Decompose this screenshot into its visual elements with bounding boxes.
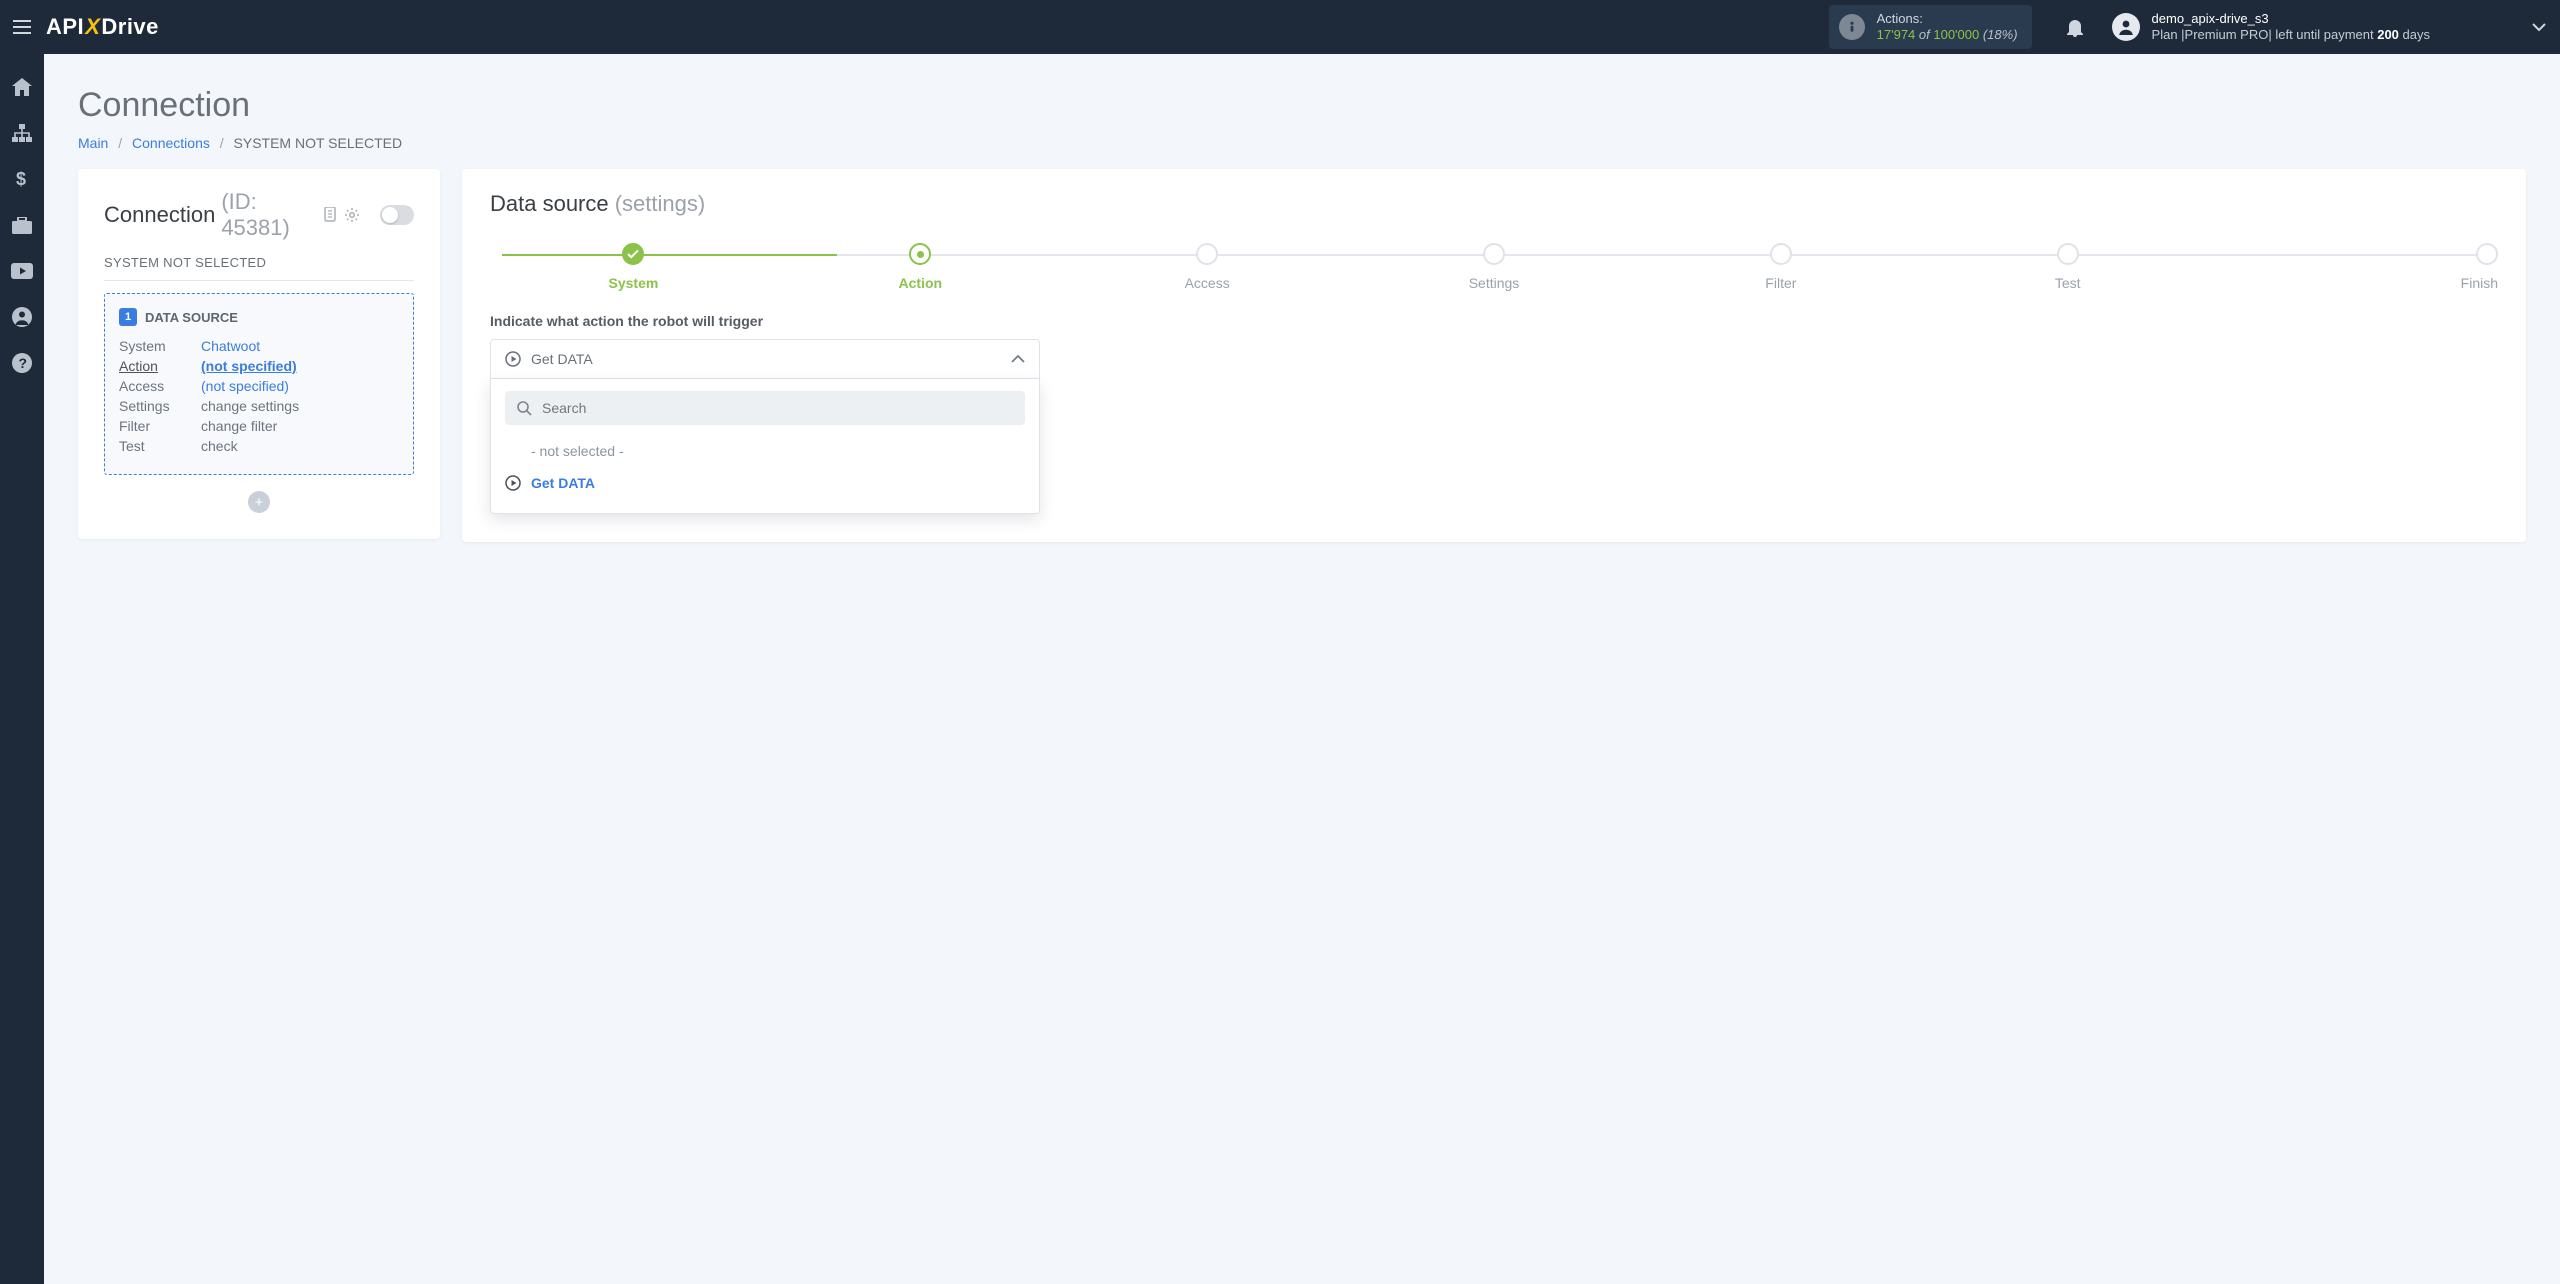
nav-video[interactable] (0, 252, 44, 290)
play-icon (505, 475, 521, 491)
data-source-header: 1 DATA SOURCE (119, 308, 399, 326)
action-dropdown: Get DATA - not selected - Get DATA (490, 339, 1040, 514)
page-title: Connection (78, 86, 2526, 125)
ds-action-value[interactable]: (not specified) (201, 358, 297, 374)
crumb-main[interactable]: Main (78, 135, 108, 151)
connection-card: Connection (ID: 45381) SYSTEM NOT SELECT… (78, 169, 440, 539)
ds-test-value[interactable]: check (201, 438, 238, 454)
gear-icon[interactable] (344, 206, 360, 224)
crumb-connections[interactable]: Connections (132, 135, 210, 151)
copy-icon[interactable] (322, 206, 338, 224)
nav-billing[interactable]: $ (0, 160, 44, 198)
ds-system-value[interactable]: Chatwoot (201, 338, 260, 354)
brand-text-api: API (46, 14, 84, 40)
action-dropdown-value: Get DATA (531, 351, 1001, 367)
actions-counter[interactable]: Actions: 17'974 of 100'000 (18%) (1829, 5, 2032, 50)
option-get-data[interactable]: Get DATA (505, 467, 1025, 499)
avatar-icon (2112, 13, 2140, 41)
ds-access-value[interactable]: (not specified) (201, 378, 289, 394)
step-action[interactable]: Action (777, 243, 1064, 291)
nav-briefcase[interactable] (0, 206, 44, 244)
wizard-steps: System Action Access Settings Filter (490, 243, 2498, 291)
option-not-selected[interactable]: - not selected - (505, 435, 1025, 467)
svg-text:$: $ (16, 169, 26, 189)
action-instruction: Indicate what action the robot will trig… (490, 313, 2498, 329)
connection-toggle[interactable] (380, 205, 414, 225)
search-icon (517, 401, 532, 416)
data-source-title: DATA SOURCE (145, 310, 238, 325)
action-dropdown-toggle[interactable]: Get DATA (490, 339, 1040, 379)
ds-row-action: Action (not specified) (119, 358, 399, 374)
ds-row-access: Access (not specified) (119, 378, 399, 394)
actions-pct: (18%) (1979, 27, 2017, 42)
step-settings[interactable]: Settings (1351, 243, 1638, 291)
ds-row-settings: Settings change settings (119, 398, 399, 414)
option-get-data-label: Get DATA (531, 475, 595, 491)
add-destination-button[interactable]: + (248, 491, 270, 513)
ds-settings-value[interactable]: change settings (201, 398, 299, 414)
ds-row-test: Test check (119, 438, 399, 454)
connection-subtitle: SYSTEM NOT SELECTED (104, 255, 414, 281)
play-icon (505, 351, 521, 367)
ds-row-filter: Filter change filter (119, 418, 399, 434)
dropdown-search-input[interactable] (540, 399, 1013, 417)
nav-account[interactable] (0, 298, 44, 336)
user-name: demo_apix-drive_s3 (2152, 11, 2430, 27)
chevron-down-icon[interactable] (2532, 22, 2546, 32)
chevron-up-icon (1011, 354, 1025, 364)
brand-text-x: X (85, 14, 100, 40)
brand-text-drive: Drive (101, 14, 159, 40)
brand-logo[interactable]: API X Drive (46, 14, 159, 40)
step-filter[interactable]: Filter (1637, 243, 1924, 291)
data-source-settings-card: Data source (settings) System Action Acc… (462, 169, 2526, 542)
breadcrumb: Main / Connections / SYSTEM NOT SELECTED (78, 135, 2526, 151)
connection-card-title: Connection (ID: 45381) (104, 189, 414, 241)
dropdown-search (505, 391, 1025, 425)
user-plan: Plan |Premium PRO| left until payment 20… (2152, 27, 2430, 43)
data-source-box: 1 DATA SOURCE System Chatwoot Action (no… (104, 293, 414, 475)
crumb-current: SYSTEM NOT SELECTED (234, 135, 403, 151)
user-text: demo_apix-drive_s3 Plan |Premium PRO| le… (2152, 11, 2430, 44)
data-source-number: 1 (119, 308, 137, 326)
user-menu[interactable]: demo_apix-drive_s3 Plan |Premium PRO| le… (2112, 11, 2546, 44)
notifications-button[interactable] (2058, 10, 2092, 44)
step-test[interactable]: Test (1924, 243, 2211, 291)
action-dropdown-panel: - not selected - Get DATA (490, 379, 1040, 514)
right-card-title: Data source (settings) (490, 191, 2498, 217)
step-access[interactable]: Access (1064, 243, 1351, 291)
ds-row-system: System Chatwoot (119, 338, 399, 354)
menu-toggle[interactable] (6, 11, 38, 43)
actions-text: Actions: 17'974 of 100'000 (18%) (1877, 11, 2018, 44)
topbar: API X Drive Actions: 17'974 of 100'000 (… (0, 0, 2560, 54)
connection-id: (ID: 45381) (221, 189, 316, 241)
step-system[interactable]: System (490, 243, 777, 291)
step-node-done (622, 243, 644, 265)
actions-label: Actions: (1877, 11, 2018, 27)
nav-connections[interactable] (0, 114, 44, 152)
svg-text:?: ? (19, 355, 28, 371)
step-finish[interactable]: Finish (2211, 243, 2498, 291)
info-icon (1839, 14, 1865, 40)
actions-total: 100'000 (1933, 27, 1979, 42)
nav-home[interactable] (0, 68, 44, 106)
step-node-current (909, 243, 931, 265)
left-rail: $ ? (0, 54, 44, 1284)
right-card-subtitle: (settings) (615, 191, 705, 216)
ds-filter-value[interactable]: change filter (201, 418, 277, 434)
actions-used: 17'974 (1877, 27, 1916, 42)
main-content: Connection Main / Connections / SYSTEM N… (44, 54, 2560, 566)
actions-of: of (1915, 27, 1933, 42)
nav-help[interactable]: ? (0, 344, 44, 382)
